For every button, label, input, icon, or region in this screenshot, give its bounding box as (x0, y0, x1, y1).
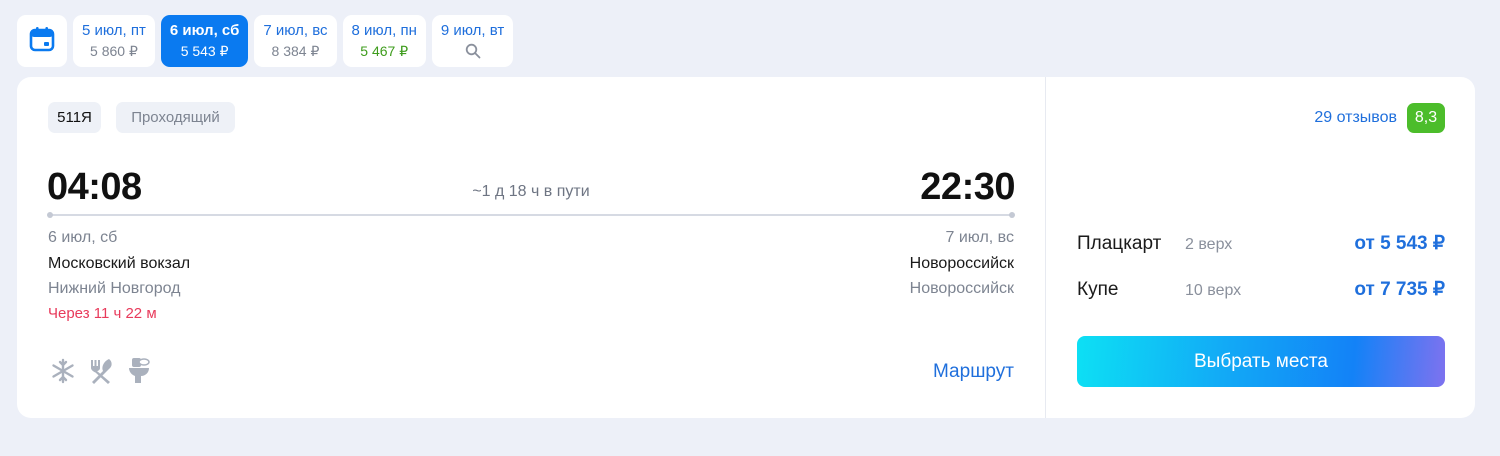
arrival-city: Новороссийск (909, 280, 1014, 297)
fare-row-kupe[interactable]: Купе 10 верх от 7 735 ₽ (1077, 278, 1445, 302)
snowflake-icon[interactable] (48, 356, 78, 386)
fork-knife-icon[interactable] (86, 356, 116, 386)
date-tab-price: 5 860 ₽ (90, 43, 138, 59)
arrival-station: Новороссийск (909, 255, 1014, 272)
date-tab-label: 8 июл, пн (351, 22, 417, 39)
date-tab-jul-5[interactable]: 5 июл, пт 5 860 ₽ (73, 15, 155, 67)
fare-class: Плацкарт (1077, 233, 1162, 254)
route-end-dot (1009, 212, 1015, 218)
train-number-badge: 511Я (48, 102, 101, 133)
calendar-icon (29, 26, 55, 57)
calendar-button[interactable] (17, 15, 67, 67)
rating-badge: 8,3 (1407, 103, 1445, 133)
date-tab-jul-6[interactable]: 6 июл, сб 5 543 ₽ (160, 15, 249, 67)
departure-date: 6 июл, сб (48, 229, 118, 246)
date-tab-jul-8[interactable]: 8 июл, пн 5 467 ₽ (342, 15, 426, 67)
fare-row-platzkart[interactable]: Плацкарт 2 верх от 5 543 ₽ (1077, 232, 1445, 256)
fare-price[interactable]: от 7 735 ₽ (1354, 278, 1445, 301)
fare-price[interactable]: от 5 543 ₽ (1354, 232, 1445, 255)
date-tab-price: 5 467 ₽ (360, 43, 409, 59)
date-tab-label: 7 июл, вс (263, 22, 328, 39)
arrival-time: 22:30 (920, 166, 1015, 208)
date-strip: 5 июл, пт 5 860 ₽ 6 июл, сб 5 543 ₽ 7 ию… (17, 15, 514, 67)
reviews-link[interactable]: 29 отзывов (1314, 109, 1397, 127)
fare-seats: 2 верх (1185, 236, 1233, 253)
offer-panel: 29 отзывов 8,3 Плацкарт 2 верх от 5 543 … (1046, 77, 1475, 418)
travel-duration: ~1 д 18 ч в пути (472, 183, 590, 200)
departure-countdown: Через 11 ч 22 м (48, 305, 157, 322)
search-icon (465, 43, 481, 64)
train-card: 511Я Проходящий 04:08 ~1 д 18 ч в пути 2… (17, 77, 1475, 418)
fare-seats: 10 верх (1185, 282, 1242, 299)
amenities (48, 356, 154, 386)
train-type-badge: Проходящий (116, 102, 235, 133)
route-start-dot (47, 212, 53, 218)
date-tab-jul-9[interactable]: 9 июл, вт (431, 15, 514, 67)
train-info: 511Я Проходящий 04:08 ~1 д 18 ч в пути 2… (17, 77, 1045, 418)
date-tab-label: 5 июл, пт (82, 22, 146, 39)
select-seats-button[interactable]: Выбрать места (1077, 336, 1445, 387)
date-tab-price: 5 543 ₽ (180, 43, 229, 59)
reviews: 29 отзывов 8,3 (1314, 103, 1445, 133)
date-tab-jul-7[interactable]: 7 июл, вс 8 384 ₽ (254, 15, 337, 67)
route-line (47, 212, 1015, 218)
toilet-icon[interactable] (124, 356, 154, 386)
date-tab-label: 9 июл, вт (440, 22, 505, 39)
date-tab-price: 8 384 ₽ (271, 43, 320, 59)
date-tab-label: 6 июл, сб (169, 22, 240, 39)
departure-station: Московский вокзал (48, 255, 191, 272)
arrival-date: 7 июл, вс (945, 229, 1014, 246)
departure-city: Нижний Новгород (48, 280, 181, 297)
fare-class: Купе (1077, 279, 1119, 300)
route-link[interactable]: Маршрут (933, 361, 1014, 383)
